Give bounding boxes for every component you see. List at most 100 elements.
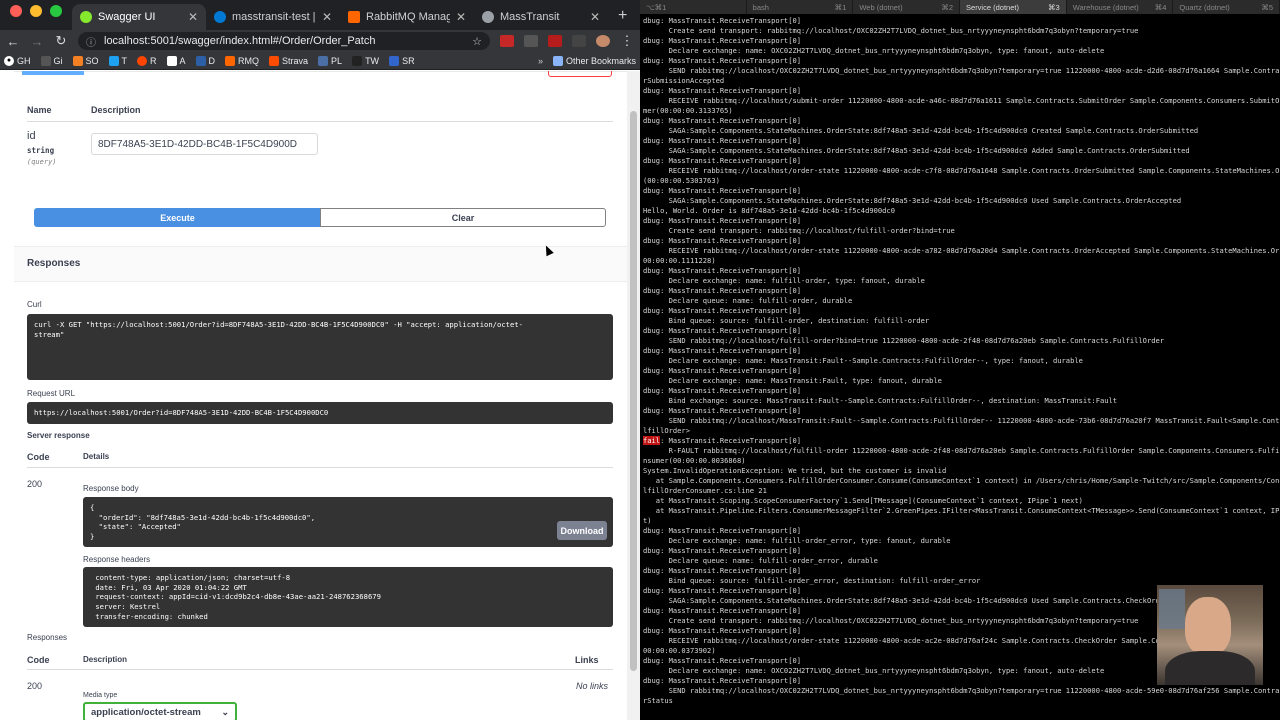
reload-icon[interactable]: ↻ bbox=[54, 33, 68, 49]
terminal-line: Declare exchange: name: fulfill-order, t… bbox=[643, 276, 925, 285]
bookmark-label: RMQ bbox=[238, 55, 260, 66]
param-header-description: Description bbox=[91, 105, 141, 115]
terminal-tab-shortcut: ⌘4 bbox=[1154, 2, 1167, 12]
tab-masstransit-test[interactable]: masstransit-test | Searc ✕ bbox=[206, 4, 340, 30]
bookmark-icon bbox=[166, 55, 177, 66]
ublock-icon[interactable] bbox=[548, 35, 562, 47]
scrollbar-thumb[interactable] bbox=[630, 111, 637, 671]
bookmark-label: PL bbox=[331, 55, 343, 66]
terminal-line: dbug: MassTransit.ReceiveTransport[0] bbox=[643, 236, 802, 245]
tab-swagger-ui[interactable]: Swagger UI ✕ bbox=[72, 4, 206, 30]
rabbitmq-icon bbox=[348, 11, 360, 23]
bookmark-t[interactable]: T bbox=[108, 55, 127, 66]
terminal-line: dbug: MassTransit.ReceiveTransport[0] bbox=[643, 366, 802, 375]
terminal-line: Create send transport: rabbitmq://localh… bbox=[643, 226, 955, 235]
terminal-line: lfillOrder> bbox=[643, 426, 690, 435]
request-url[interactable]: https://localhost:5001/Order?id=8DF748A5… bbox=[27, 402, 613, 424]
bookmark-tw[interactable]: TW bbox=[352, 55, 379, 66]
back-icon[interactable]: ← bbox=[6, 34, 20, 49]
maximize-window-button[interactable] bbox=[50, 5, 62, 17]
terminal-tab-bash[interactable]: bash ⌘1 bbox=[747, 0, 854, 14]
chevron-right-icon[interactable]: » bbox=[538, 56, 543, 66]
close-window-button[interactable] bbox=[10, 5, 22, 17]
terminal-line: SEND rabbitmq://localhost/MassTransit:Fa… bbox=[643, 416, 1279, 425]
menu-icon[interactable]: ⋮ bbox=[620, 33, 634, 49]
terminal-line: Create send transport: rabbitmq://localh… bbox=[643, 26, 1139, 35]
tab-masstransit[interactable]: MassTransit ✕ bbox=[474, 4, 608, 30]
response-code: 200 bbox=[27, 681, 43, 691]
terminal-line: dbug: MassTransit.ReceiveTransport[0] bbox=[643, 216, 802, 225]
tab-rabbitmq-management[interactable]: RabbitMQ Management ✕ bbox=[340, 4, 474, 30]
terminal-tab-quartz[interactable]: Quartz (dotnet) ⌘5 bbox=[1173, 0, 1280, 14]
bookmark-pl[interactable]: PL bbox=[318, 55, 343, 66]
bookmark-so[interactable]: SO bbox=[72, 55, 99, 66]
star-icon[interactable]: ☆ bbox=[472, 35, 482, 48]
terminal-line: dbug: MassTransit.ReceiveTransport[0] bbox=[643, 306, 802, 315]
divider bbox=[14, 71, 627, 72]
bookmark-gi[interactable]: Gi bbox=[40, 55, 63, 66]
tab-label: Swagger UI bbox=[98, 11, 156, 23]
bookmark-icon bbox=[40, 55, 51, 66]
bookmark-strava[interactable]: Strava bbox=[269, 55, 309, 66]
terminal-tab-web[interactable]: Web (dotnet) ⌘2 bbox=[853, 0, 961, 14]
terminal-line: dbug: MassTransit.ReceiveTransport[0] bbox=[643, 566, 802, 575]
terminal-line: RECEIVE rabbitmq://localhost/order-state… bbox=[643, 246, 1279, 255]
terminal-line: dbug: MassTransit.ReceiveTransport[0] bbox=[643, 526, 802, 535]
avatar[interactable] bbox=[596, 35, 610, 47]
bookmark-a[interactable]: A bbox=[166, 55, 186, 66]
clear-button[interactable]: Clear bbox=[320, 208, 606, 227]
terminal-tab-0[interactable]: ⌥⌘1 bbox=[640, 0, 747, 14]
poster-image bbox=[1159, 589, 1185, 629]
strava-icon bbox=[269, 55, 280, 66]
bookmark-gh[interactable]: ● GH bbox=[4, 55, 31, 66]
terminal-tab-shortcut: ⌘3 bbox=[1048, 2, 1060, 12]
bookmark-label: Other Bookmarks bbox=[565, 55, 636, 66]
close-icon[interactable]: ✕ bbox=[322, 10, 332, 24]
curl-command[interactable]: curl -X GET "https://localhost:5001/Orde… bbox=[27, 314, 613, 380]
terminal-tab-label: bash bbox=[752, 2, 769, 12]
terminal-line: Bind queue: source: fulfill-order, desti… bbox=[643, 316, 930, 325]
terminal-line: System.InvalidOperationException: We tri… bbox=[643, 466, 947, 475]
close-icon[interactable]: ✕ bbox=[188, 10, 198, 24]
pocket-icon[interactable] bbox=[524, 35, 538, 47]
download-button[interactable]: Download bbox=[557, 521, 607, 540]
minimize-window-button[interactable] bbox=[30, 5, 42, 17]
tab-label: masstransit-test | Searc bbox=[232, 11, 316, 23]
bookmark-d[interactable]: D bbox=[195, 55, 215, 66]
terminal-line: dbug: MassTransit.ReceiveTransport[0] bbox=[643, 406, 802, 415]
swagger-page: Name Description id string (query) Execu… bbox=[0, 71, 627, 720]
forward-icon[interactable]: → bbox=[30, 34, 44, 49]
new-tab-button[interactable]: + bbox=[608, 7, 637, 30]
bookmark-label: Gi bbox=[53, 55, 63, 66]
terminal-line: mer(00:00:00.3133765) bbox=[643, 106, 733, 115]
github-icon: ● bbox=[4, 55, 14, 66]
media-type-select[interactable]: application/octet-stream ⌄ bbox=[83, 702, 237, 720]
extension-icon[interactable] bbox=[500, 35, 514, 47]
terminal-tab-bar: ⌥⌘1 bash ⌘1 Web (dotnet) ⌘2 Service (dotne… bbox=[640, 0, 1280, 14]
terminal-line: Declare queue: name: fulfill-order_error… bbox=[643, 556, 878, 565]
address-bar[interactable]: ⓘ localhost:5001/swagger/index.html#/Ord… bbox=[78, 32, 490, 50]
divider bbox=[27, 669, 613, 670]
close-icon[interactable]: ✕ bbox=[590, 10, 600, 24]
bookmark-r[interactable]: R bbox=[137, 55, 157, 66]
terminal-tab-warehouse[interactable]: Warehouse (dotnet) ⌘4 bbox=[1067, 0, 1174, 14]
extension-icon[interactable] bbox=[572, 35, 586, 47]
terminal-line: Hello, World. Order is 8df748a5-3e1d-42d… bbox=[643, 206, 895, 215]
bookmark-label: Strava bbox=[282, 55, 309, 66]
terminal-line: RECEIVE rabbitmq://localhost/submit-orde… bbox=[643, 96, 1279, 105]
response-headers-label: Response headers bbox=[83, 555, 151, 564]
response-body-label: Response body bbox=[83, 484, 139, 493]
terminal-tab-service[interactable]: Service (dotnet) ⌘3 bbox=[960, 0, 1067, 14]
terminal-line: SEND rabbitmq://localhost/OXC02ZH2T7LVDQ… bbox=[643, 66, 1279, 75]
bookmark-rmq[interactable]: RMQ bbox=[225, 55, 260, 66]
execute-button[interactable]: Execute bbox=[34, 208, 321, 227]
response-headers[interactable]: content-type: application/json; charset=… bbox=[83, 567, 613, 627]
bookmark-sr[interactable]: SR bbox=[389, 55, 415, 66]
param-name: id bbox=[27, 130, 36, 142]
close-icon[interactable]: ✕ bbox=[456, 10, 466, 24]
id-input[interactable] bbox=[91, 133, 318, 155]
scrollbar[interactable] bbox=[627, 71, 640, 720]
response-body[interactable]: { "orderId": "8df748a5-3e1d-42dd-bc4b-1f… bbox=[83, 497, 613, 547]
other-bookmarks[interactable]: Other Bookmarks bbox=[552, 55, 636, 66]
cancel-button[interactable] bbox=[548, 71, 612, 77]
